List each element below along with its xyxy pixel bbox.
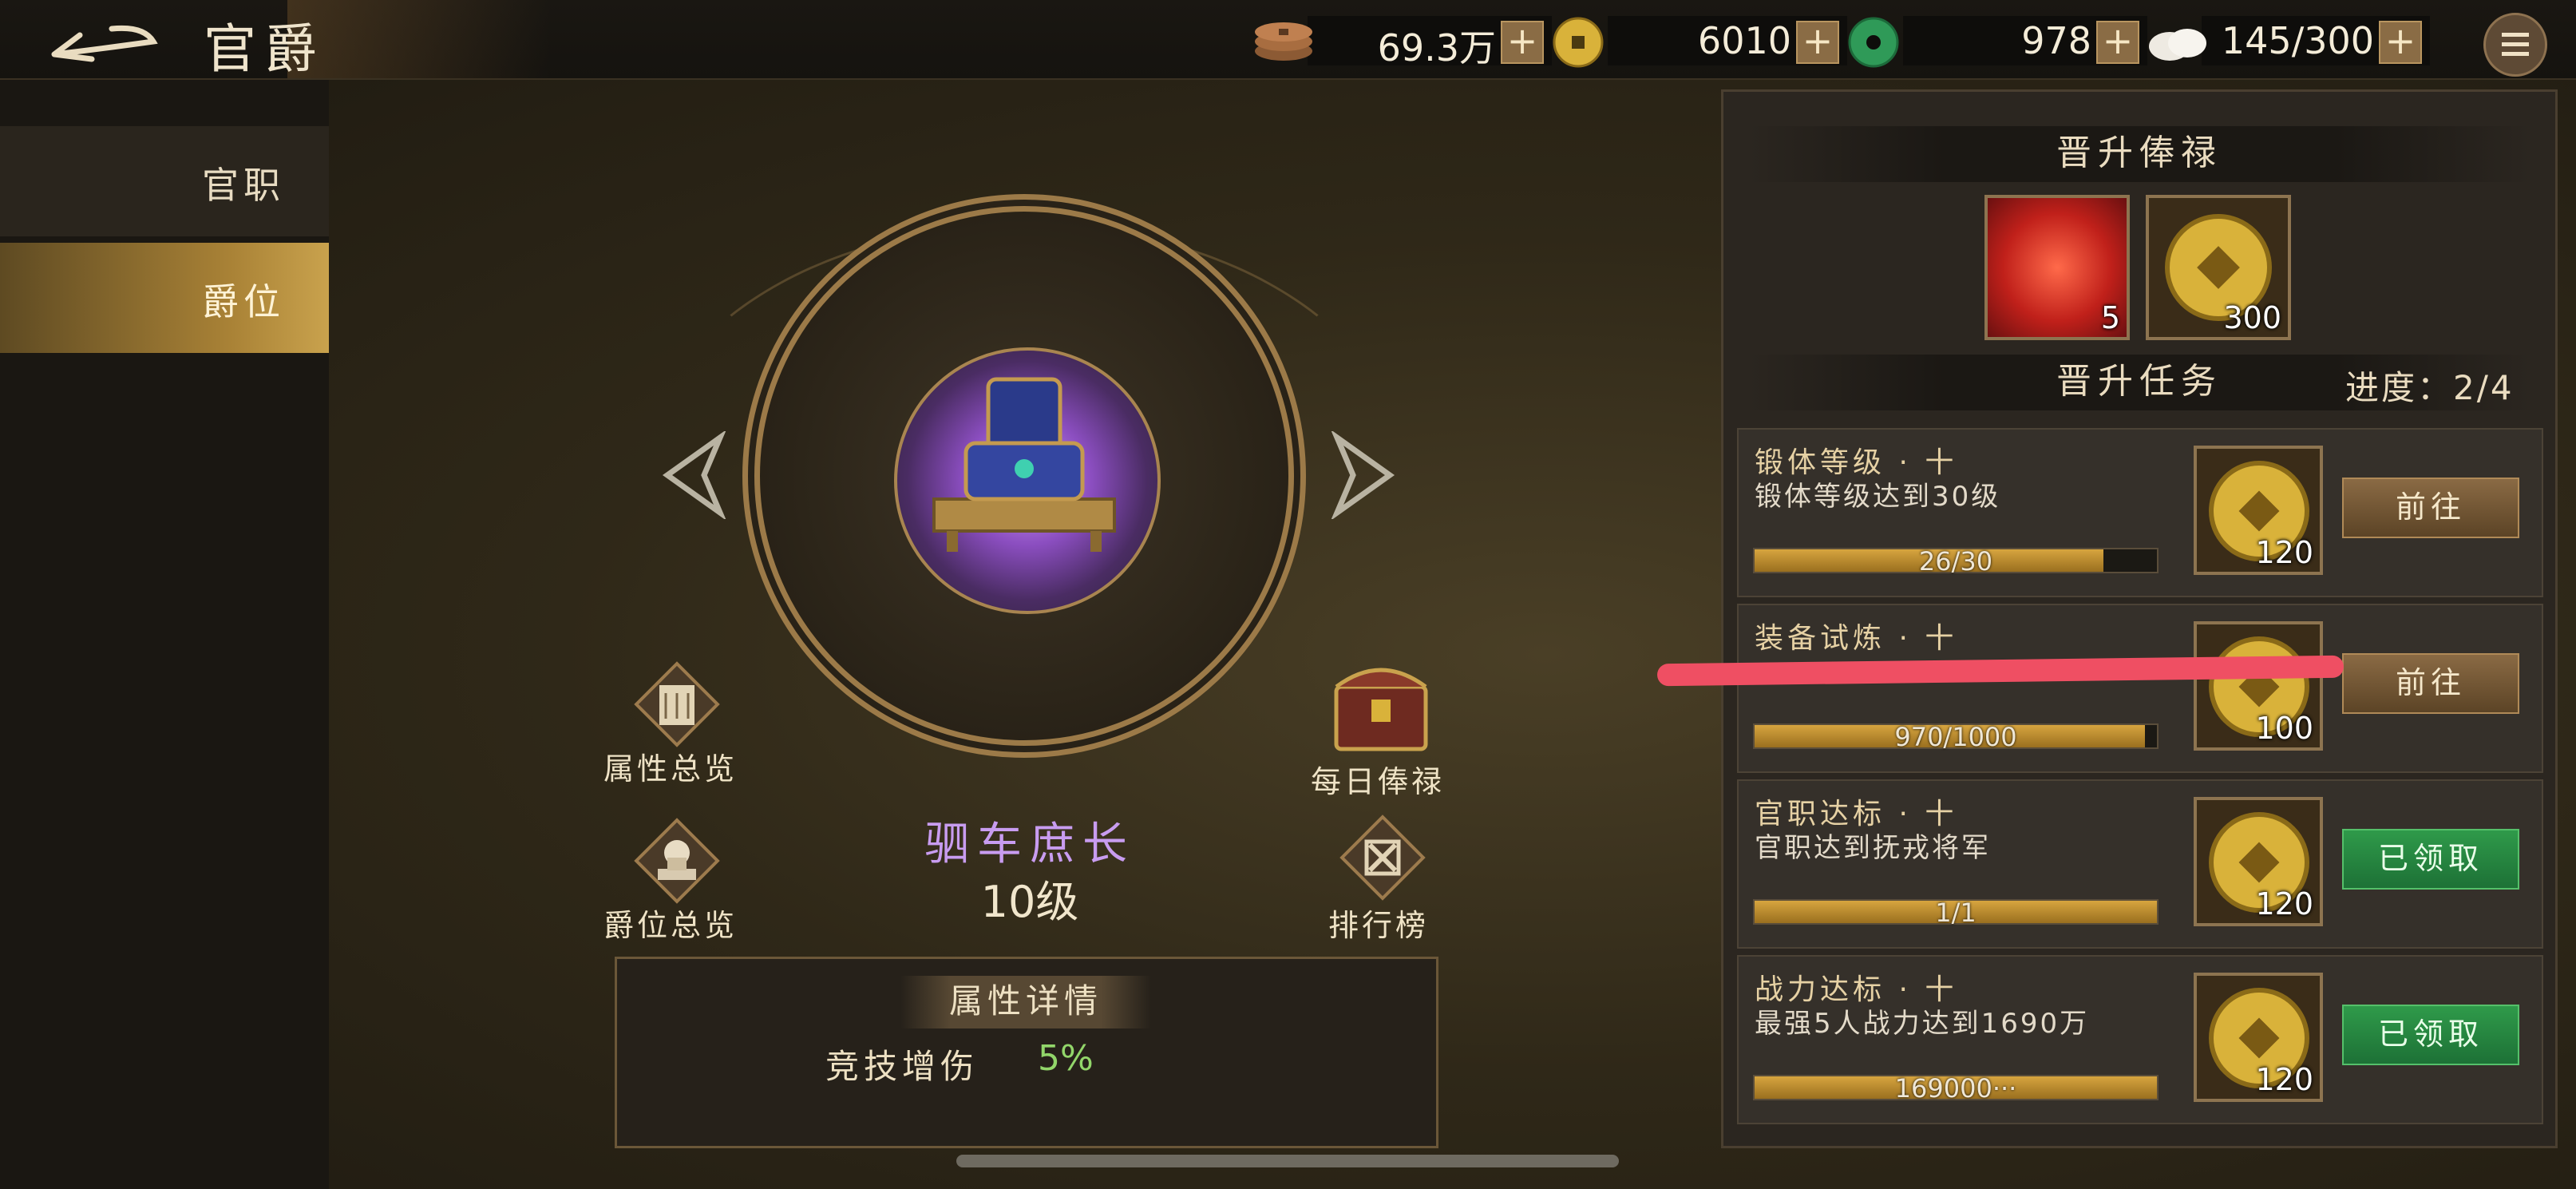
go-button[interactable]: 前往	[2342, 478, 2519, 538]
scroll-icon	[634, 661, 720, 747]
task-progress-text: 1/1	[1935, 898, 1977, 928]
jade-value: 978	[2021, 19, 2091, 62]
salary-reward-coin[interactable]: 300	[2146, 195, 2291, 340]
food-add-button[interactable]: +	[2379, 21, 2422, 64]
food-value: 145/300	[2221, 19, 2374, 62]
attribute-value: 5%	[1038, 1038, 1094, 1079]
task-reward[interactable]: 120	[2194, 973, 2323, 1102]
daily-salary-button[interactable]	[1325, 647, 1437, 759]
copper-add-button[interactable]: +	[1501, 21, 1544, 64]
resource-jade: 978 +	[1847, 16, 2147, 68]
gold-coin-icon	[1553, 17, 1604, 68]
salary-reward-orb[interactable]: 5	[1984, 195, 2130, 340]
title-decoration	[287, 0, 551, 78]
attribute-detail-title: 属性详情	[900, 976, 1151, 1028]
task-progress-bar: 26/30	[1753, 546, 2159, 577]
rank-level: 10级	[980, 877, 1079, 927]
reward-count: 120	[2255, 1062, 2313, 1097]
claimed-button[interactable]: 已领取	[2342, 829, 2519, 890]
treasure-chest-icon	[1334, 668, 1428, 751]
sidebar: 官职 爵位	[0, 80, 329, 1189]
task-reward[interactable]: 100	[2194, 621, 2323, 751]
gold-add-button[interactable]: +	[1796, 21, 1839, 64]
task-row: 锻体等级 · 十 锻体等级达到30级 26/30 120 前往	[1737, 428, 2543, 597]
task-description: 最强5人战力达到1690万	[1755, 1008, 2090, 1040]
claimed-button[interactable]: 已领取	[2342, 1005, 2519, 1065]
task-progress: 进度：2/4	[2345, 368, 2515, 407]
top-bar: 官爵 69.3万 + 6010 + 978 + 145/300 +	[0, 0, 2576, 80]
home-indicator[interactable]	[956, 1155, 1619, 1167]
rank-name: 驷车庶长	[924, 818, 1135, 870]
prev-rank-arrow[interactable]	[656, 431, 728, 519]
reward-count: 300	[2223, 300, 2281, 335]
salary-section-title: 晋升俸禄	[1748, 126, 2530, 182]
leaderboard-button[interactable]	[1327, 802, 1438, 914]
attribute-overview-button[interactable]	[621, 648, 733, 760]
daily-salary-label: 每日俸禄	[1311, 764, 1446, 799]
attribute-overview-label: 属性总览	[603, 751, 738, 787]
task-name: 装备试炼 · 十	[1755, 622, 1958, 655]
attribute-label: 竞技增伤	[825, 1047, 979, 1086]
task-reward[interactable]: 120	[2194, 446, 2323, 575]
sidebar-item-label: 爵位	[202, 280, 285, 323]
back-arrow-icon[interactable]	[48, 18, 160, 65]
rank-overview-button[interactable]	[621, 805, 733, 917]
sidebar-item-rank[interactable]: 爵位	[0, 243, 329, 353]
resource-food: 145/300 +	[2146, 16, 2430, 65]
copper-coins-icon	[1255, 22, 1312, 61]
throne-chair-icon	[932, 377, 1116, 552]
reward-count: 100	[2255, 711, 2313, 746]
reward-count: 120	[2255, 886, 2313, 921]
next-rank-arrow[interactable]	[1329, 431, 1401, 519]
task-row: 装备试炼 · 十 970/1000 100 前往	[1737, 604, 2543, 773]
menu-list-icon[interactable]	[2483, 13, 2547, 77]
leaderboard-label: 排行榜	[1328, 908, 1430, 943]
task-row: 战力达标 · 十 最强5人战力达到1690万 169000··· 120 已领取	[1737, 955, 2543, 1124]
task-progress-text: 970/1000	[1894, 722, 2017, 752]
page-title: 官爵	[204, 18, 325, 80]
task-progress-bar: 970/1000	[1753, 722, 2159, 752]
task-progress-text: 26/30	[1918, 546, 1993, 577]
go-button[interactable]: 前往	[2342, 653, 2519, 714]
reward-count: 120	[2255, 535, 2313, 570]
sidebar-item-label: 官职	[202, 164, 285, 207]
jade-add-button[interactable]: +	[2096, 21, 2139, 64]
rank-overview-label: 爵位总览	[603, 908, 738, 943]
task-progress-bar: 169000···	[1753, 1073, 2159, 1104]
task-progress-bar: 1/1	[1753, 898, 2159, 928]
task-description: 官职达到抚戎将军	[1755, 832, 1991, 864]
rice-bun-icon	[2149, 29, 2206, 61]
gold-value: 6010	[1697, 19, 1791, 62]
resource-copper: 69.3万 +	[1252, 16, 1552, 69]
task-description: 锻体等级达到30级	[1755, 481, 2001, 513]
sidebar-item-office[interactable]: 官职	[0, 126, 329, 236]
resource-gold: 6010 +	[1552, 16, 1847, 68]
rank-statue-icon	[634, 818, 720, 904]
task-row: 官职达标 · 十 官职达到抚戎将军 1/1 120 已领取	[1737, 779, 2543, 949]
leaderboard-icon	[1339, 814, 1426, 901]
reward-count: 5	[2100, 300, 2120, 335]
task-progress-text: 169000···	[1894, 1073, 2017, 1104]
task-reward[interactable]: 120	[2194, 797, 2323, 926]
jade-disc-icon	[1848, 17, 1899, 68]
copper-value: 69.3万	[1377, 26, 1496, 69]
